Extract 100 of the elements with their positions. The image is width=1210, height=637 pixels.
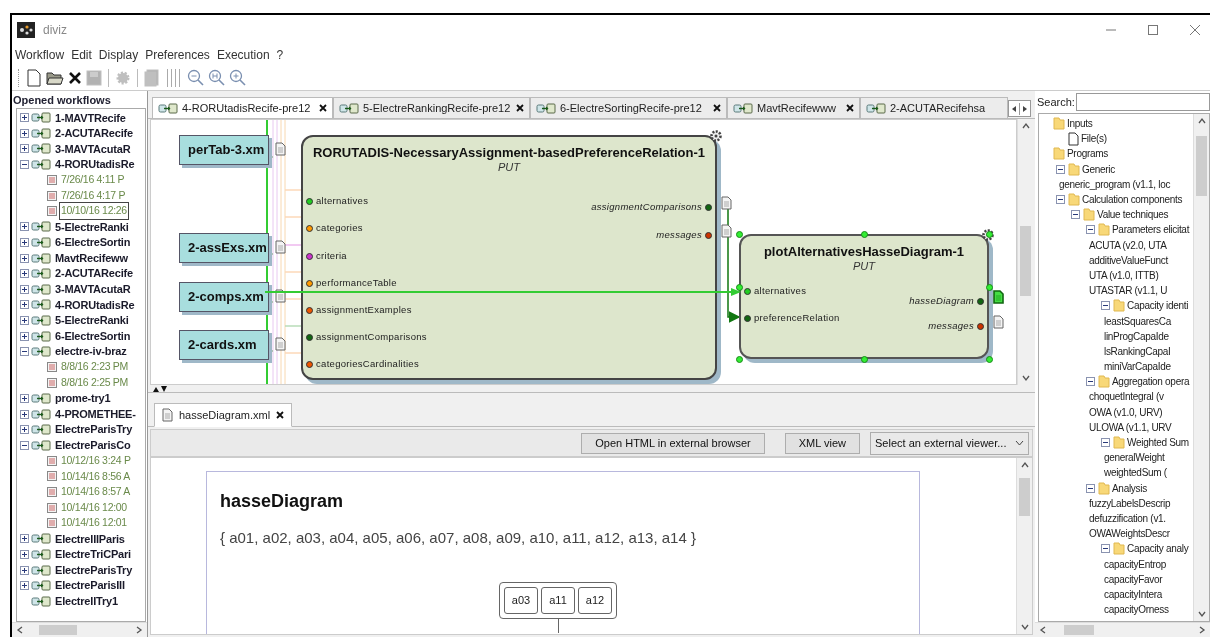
workflow-name[interactable]: 4-RORUtadisRe bbox=[55, 156, 135, 173]
horizontal-scrollbar[interactable] bbox=[1035, 622, 1210, 637]
scrollbar-thumb[interactable] bbox=[39, 625, 77, 635]
expand-icon[interactable] bbox=[20, 253, 29, 263]
workflow-name[interactable]: 6-ElectreSortin bbox=[55, 234, 131, 251]
scroll-right-icon[interactable] bbox=[134, 625, 144, 635]
expand-icon[interactable] bbox=[20, 331, 29, 341]
open-folder-icon[interactable] bbox=[46, 69, 64, 86]
program-item[interactable]: OWA (v1.0, URV) bbox=[1089, 404, 1163, 420]
expand-icon[interactable] bbox=[20, 581, 29, 591]
workflow-name[interactable]: ElectreTriCPari bbox=[55, 546, 131, 563]
collapse-icon[interactable] bbox=[1101, 544, 1110, 554]
workflow-name[interactable]: ElectreParisTry bbox=[55, 561, 133, 579]
scroll-up-icon[interactable] bbox=[1020, 121, 1031, 131]
run-timestamp[interactable]: 8/8/16 2:23 PM bbox=[59, 358, 130, 377]
close-icon[interactable] bbox=[319, 104, 327, 112]
maximize-icon[interactable] bbox=[1147, 24, 1159, 36]
expand-icon[interactable] bbox=[20, 284, 29, 294]
workflow-name[interactable]: 5-ElectreRanki bbox=[55, 312, 129, 329]
menu-item[interactable]: Edit bbox=[71, 46, 92, 64]
selection-handle[interactable] bbox=[986, 356, 993, 363]
splitter-arrows-icon[interactable] bbox=[152, 385, 168, 392]
selection-handle[interactable] bbox=[861, 231, 868, 238]
expand-icon[interactable] bbox=[20, 549, 29, 559]
selection-handle[interactable] bbox=[986, 231, 993, 238]
program-item[interactable]: OWAWeightsDescr bbox=[1089, 526, 1170, 542]
program-item[interactable]: generalWeight bbox=[1104, 450, 1165, 466]
run-timestamp[interactable]: 10/14/16 12:01 bbox=[59, 514, 129, 533]
gear-icon[interactable] bbox=[709, 129, 723, 143]
collapse-icon[interactable] bbox=[20, 160, 29, 170]
expand-icon[interactable] bbox=[20, 565, 29, 575]
expand-icon[interactable] bbox=[20, 113, 29, 123]
workflow-name[interactable]: 6-ElectreSortin bbox=[55, 327, 131, 345]
vertical-scrollbar[interactable] bbox=[1193, 114, 1209, 621]
collapse-icon[interactable] bbox=[1101, 438, 1110, 448]
selection-handle[interactable] bbox=[736, 283, 743, 291]
expand-icon[interactable] bbox=[20, 425, 29, 435]
workflow-name[interactable]: 4-RORUtadisRe bbox=[55, 296, 135, 314]
expand-icon[interactable] bbox=[20, 409, 29, 419]
program-item[interactable]: lsRankingCapaI bbox=[1104, 343, 1171, 359]
run-timestamp[interactable]: 10/14/16 8:56 A bbox=[59, 467, 133, 486]
folder-item[interactable]: Calculation components bbox=[1082, 192, 1183, 208]
program-item[interactable]: additiveValueFunct bbox=[1089, 252, 1168, 268]
scroll-down-icon[interactable] bbox=[1019, 622, 1030, 632]
scroll-left-icon[interactable] bbox=[1038, 625, 1048, 635]
scrollbar-thumb[interactable] bbox=[1020, 226, 1031, 296]
menu-item[interactable]: Execution bbox=[216, 46, 270, 64]
menu-item[interactable]: ? bbox=[276, 46, 284, 64]
vertical-scrollbar[interactable] bbox=[1017, 119, 1033, 385]
workflow-tab[interactable]: 5-ElectreRankingRecife-pre12 bbox=[333, 97, 530, 118]
workflow-name[interactable]: ElectreParisIII bbox=[55, 577, 125, 594]
expand-icon[interactable] bbox=[20, 222, 29, 232]
zoom-in-icon[interactable] bbox=[229, 69, 246, 86]
program-item[interactable]: miniVarCapaIde bbox=[1104, 359, 1171, 375]
folder-item[interactable]: Analysis bbox=[1112, 480, 1147, 496]
expand-icon[interactable] bbox=[20, 269, 29, 279]
close-icon[interactable] bbox=[68, 70, 82, 85]
collapse-icon[interactable] bbox=[1056, 164, 1065, 174]
workflow-name[interactable]: MavtRecifeww bbox=[55, 249, 128, 267]
program-item[interactable]: capacityOrness bbox=[1104, 602, 1169, 618]
expand-icon[interactable] bbox=[20, 128, 29, 138]
expand-icon[interactable] bbox=[20, 300, 29, 310]
run-timestamp[interactable]: 8/8/16 2:25 PM bbox=[59, 374, 130, 392]
scroll-up-icon[interactable] bbox=[1196, 116, 1207, 126]
new-document-icon[interactable] bbox=[26, 68, 42, 87]
scroll-down-icon[interactable] bbox=[1196, 609, 1207, 619]
file-node[interactable]: perTab-3.xm bbox=[179, 135, 269, 165]
program-item[interactable]: UTA (v1.0, ITTB) bbox=[1089, 267, 1159, 283]
expand-icon[interactable] bbox=[20, 534, 29, 544]
menu-item[interactable]: Workflow bbox=[15, 46, 65, 64]
workflow-name[interactable]: prome-try1 bbox=[55, 390, 111, 407]
toolbar-button[interactable]: XML view bbox=[784, 432, 860, 454]
file-node[interactable]: 2-cards.xm bbox=[179, 330, 269, 360]
workflow-name[interactable]: 3-MAVTAcutaR bbox=[55, 140, 131, 158]
selection-handle[interactable] bbox=[736, 231, 743, 238]
program-item[interactable]: capacityFavor bbox=[1104, 571, 1163, 587]
program-item[interactable]: fuzzyLabelsDescrip bbox=[1089, 495, 1171, 511]
vertical-scrollbar[interactable] bbox=[1016, 458, 1032, 634]
program-item[interactable]: weightedSum ( bbox=[1104, 465, 1167, 481]
expand-icon[interactable] bbox=[20, 316, 29, 325]
program-item[interactable]: defuzzification (v1. bbox=[1089, 510, 1166, 526]
run-timestamp[interactable]: 10/12/16 3:24 P bbox=[59, 452, 133, 470]
folder-item[interactable]: Parameters elicitat bbox=[1112, 222, 1190, 238]
scroll-right-icon[interactable] bbox=[1197, 625, 1207, 635]
horizontal-scrollbar[interactable] bbox=[12, 622, 147, 637]
scrollbar-thumb[interactable] bbox=[1196, 136, 1207, 196]
folder-item[interactable]: Weighted Sum bbox=[1127, 435, 1189, 451]
file-tab[interactable]: hasseDiagram.xml bbox=[154, 403, 293, 427]
collapse-icon[interactable] bbox=[20, 440, 29, 450]
zoom-reset-icon[interactable] bbox=[208, 69, 225, 86]
expand-icon[interactable] bbox=[20, 238, 29, 248]
close-icon[interactable] bbox=[276, 411, 285, 419]
file-node[interactable]: 2-assExs.xm bbox=[179, 233, 269, 263]
collapse-icon[interactable] bbox=[20, 347, 29, 357]
toolbar-button[interactable]: Open HTML in external browser bbox=[581, 432, 765, 454]
workflow-tab[interactable]: 2-ACUTARecifehsa bbox=[860, 97, 1008, 118]
collapse-icon[interactable] bbox=[1086, 225, 1095, 235]
menu-item[interactable]: Preferences bbox=[145, 46, 210, 64]
scrollbar-thumb[interactable] bbox=[1064, 625, 1094, 635]
workflow-name[interactable]: 2-ACUTARecife bbox=[55, 125, 133, 142]
